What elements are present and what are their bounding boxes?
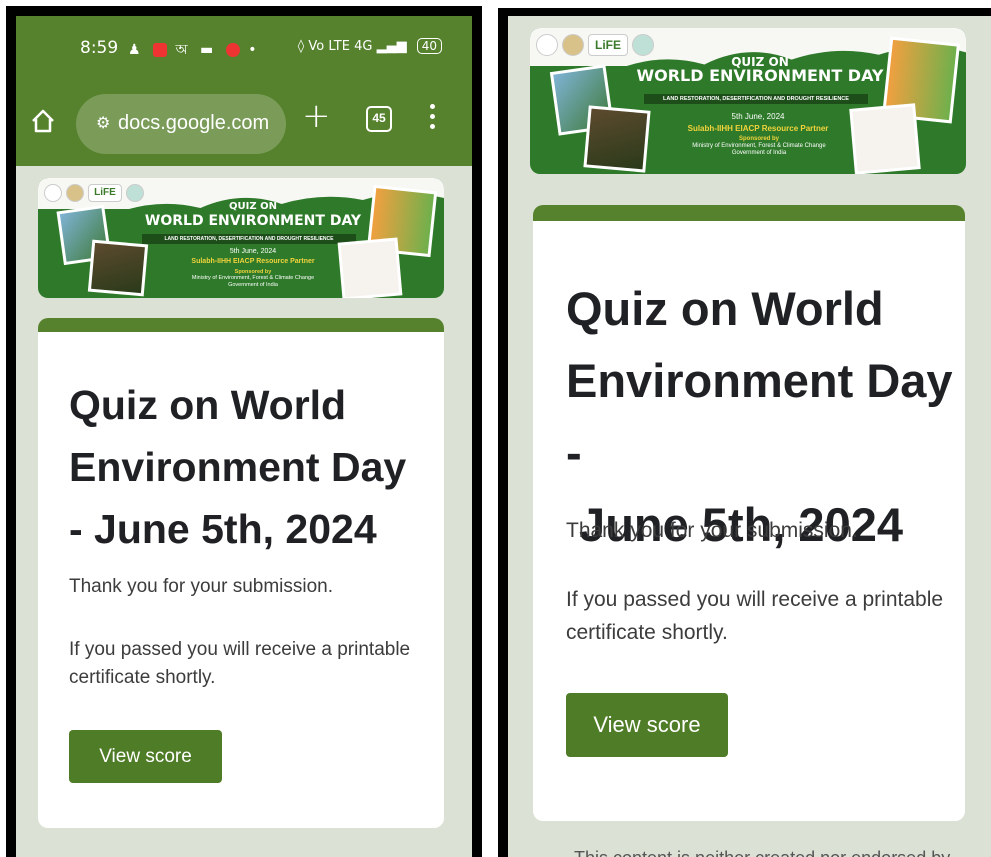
battery-indicator: 40 [416,38,442,54]
phone-screen-zoomed: LiFE QUIZ ON WORLD ENVIRONMENT DAY LAND … [508,16,991,857]
emblem-logo-2 [562,34,584,56]
banner-date: 5th June, 2024 [229,248,277,255]
quiz-banner-image: LiFE QUIZ ON WORLD ENVIRONMENT DAY LAND … [530,28,966,174]
more-notifications-dot: • [248,42,261,58]
sapling-photo [87,239,149,297]
site-settings-icon[interactable]: ⚙ [96,113,110,132]
view-score-button[interactable]: View score [69,730,222,783]
certificate-line-2: certificate shortly. [566,621,728,644]
banner-sponsor: Sponsored by Ministry of Environment, Fo… [158,269,348,288]
banner-partner: Sulabh-IIHH EIACP Resource Partner [687,124,829,133]
language-icon: অ [175,42,192,58]
network-label: Vo LTE 4G [308,39,373,54]
tab-switcher-button[interactable]: 45 [366,106,392,132]
certificate-message: If you passed you will receive a printab… [566,583,943,649]
form-title-line-2: Environment Day - [566,354,953,479]
form-title: Quiz on World Environment Day - June 5th… [69,374,406,560]
message-icon: ▬ [200,42,218,58]
quiz-banner-image: LiFE QUIZ ON WORLD ENVIRONMENT DAY LAND … [38,178,444,298]
form-title: Quiz on World Environment Day - June 5th… [566,273,965,561]
card-accent-bar [533,205,965,221]
status-right-icons: ◊ Vo LTE 4G ▂▄▆ 40 [298,38,442,54]
app-notification-icon [153,43,168,57]
emblem-logo-1 [536,34,558,56]
certificate-line-2: certificate shortly. [69,667,216,688]
banner-partner: Sulabh-IIHH EIACP Resource Partner [191,258,315,265]
children-planting-photo [337,237,403,298]
home-icon[interactable] [30,108,56,134]
form-title-line-2: Environment Day [69,444,407,490]
person-icon: ♟ [128,42,145,58]
more-menu-icon[interactable] [430,104,438,134]
banner-title: WORLD ENVIRONMENT DAY [636,66,884,85]
certificate-line-1: If you passed you will receive a printab… [69,639,411,660]
new-tab-icon[interactable]: + [302,96,331,136]
form-title-line-3: - June 5th, 2024 [69,506,377,552]
certificate-message: If you passed you will receive a printab… [69,636,410,692]
card-accent-bar [38,318,444,332]
emblem-logo-3 [632,34,654,56]
thank-you-message: Thank you for your submission. [69,576,334,597]
sponsored-label: Sponsored by [738,136,779,142]
form-title-line-1: Quiz on World [69,382,347,428]
sponsor-line-2: Government of India [228,281,278,288]
form-title-line-1: Quiz on World [566,282,884,335]
drop-icon: ◊ [297,39,305,54]
app-alert-icon [225,43,240,57]
sponsor-line-1: Ministry of Environment, Forest & Climat… [692,142,826,149]
address-bar[interactable]: ⚙ docs.google.com [76,94,286,154]
form-confirmation-card: Quiz on World Environment Day - June 5th… [38,318,444,828]
life-logo: LiFE [88,184,122,202]
banner-subtitle: LAND RESTORATION, DESERTIFICATION AND DR… [644,94,868,104]
right-phone-screenshot: LiFE QUIZ ON WORLD ENVIRONMENT DAY LAND … [498,8,991,857]
certificate-line-1: If you passed you will receive a printab… [566,588,944,611]
emblem-logo-3 [126,184,144,202]
signal-icon: ▂▄▆ [376,39,407,54]
thank-you-message: Thank you for your submission. [566,519,858,542]
banner-date: 5th June, 2024 [731,112,785,121]
phone-screen: 8:59 ♟ অ ▬ • ◊ Vo LTE 4G ▂▄▆ 40 ⚙ docs.g… [16,16,472,857]
left-phone-screenshot: 8:59 ♟ অ ▬ • ◊ Vo LTE 4G ▂▄▆ 40 ⚙ docs.g… [6,6,482,857]
banner-title-small: QUIZ ON [229,201,277,212]
life-logo: LiFE [588,34,628,56]
browser-toolbar: ⚙ docs.google.com + 45 [16,82,472,166]
banner-subtitle: LAND RESTORATION, DESERTIFICATION AND DR… [142,234,356,244]
form-confirmation-card: Quiz on World Environment Day - June 5th… [533,205,965,821]
sapling-photo [583,105,651,173]
status-bar: 8:59 ♟ অ ▬ • ◊ Vo LTE 4G ▂▄▆ 40 [16,16,472,82]
emblem-logo-1 [44,184,62,202]
sponsor-line-2: Government of India [731,149,787,156]
banner-sponsor: Sponsored by Ministry of Environment, Fo… [656,136,862,157]
emblem-logo-2 [66,184,84,202]
disclaimer-text: This content is neither created nor endo… [574,848,950,857]
children-planting-photo [849,103,921,174]
notification-icons: ♟ অ ▬ • [128,38,260,62]
status-time: 8:59 [80,38,119,58]
view-score-button[interactable]: View score [566,693,728,757]
banner-title: WORLD ENVIRONMENT DAY [144,213,362,229]
url-text: docs.google.com [118,112,270,134]
